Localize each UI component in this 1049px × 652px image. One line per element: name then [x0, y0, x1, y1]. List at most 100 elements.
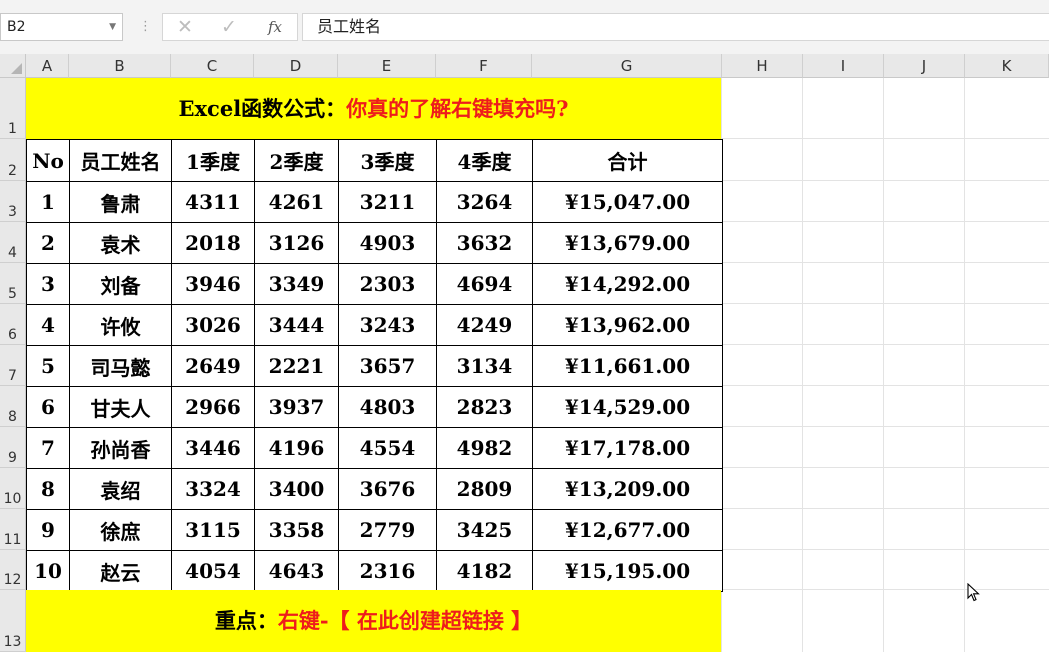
- row-header-8[interactable]: 8: [0, 386, 26, 427]
- column-header-k[interactable]: K: [965, 54, 1049, 78]
- cell-q3[interactable]: 4903: [338, 222, 437, 264]
- column-header-e[interactable]: E: [338, 54, 436, 78]
- column-header-i[interactable]: I: [803, 54, 884, 78]
- drag-handle-icon[interactable]: ⋮: [139, 14, 152, 40]
- cell-no[interactable]: 4: [26, 304, 70, 346]
- header-q4[interactable]: 4季度: [436, 139, 533, 182]
- cell-no[interactable]: 9: [26, 509, 70, 551]
- cell-q1[interactable]: 2018: [171, 222, 255, 264]
- cell-q1[interactable]: 4054: [171, 550, 255, 592]
- cell-q1[interactable]: 3115: [171, 509, 255, 551]
- row-header-9[interactable]: 9: [0, 427, 26, 468]
- cell-no[interactable]: 3: [26, 263, 70, 305]
- row-header-10[interactable]: 10: [0, 468, 26, 509]
- cell-name[interactable]: 司马懿: [69, 345, 172, 387]
- cell-q2[interactable]: 3358: [254, 509, 339, 551]
- cell-q4[interactable]: 2809: [436, 468, 533, 510]
- cell-q3[interactable]: 4803: [338, 386, 437, 428]
- cell-q4[interactable]: 2823: [436, 386, 533, 428]
- cell-q2[interactable]: 3937: [254, 386, 339, 428]
- cell-q2[interactable]: 2221: [254, 345, 339, 387]
- row-header-2[interactable]: 2: [0, 139, 26, 181]
- chevron-down-icon[interactable]: ▼: [109, 14, 116, 40]
- cell-q4[interactable]: 3632: [436, 222, 533, 264]
- cell-total[interactable]: ¥13,962.00: [532, 304, 723, 346]
- cell-q2[interactable]: 4261: [254, 181, 339, 223]
- formula-input[interactable]: 员工姓名: [302, 13, 1049, 41]
- cell-total[interactable]: ¥14,529.00: [532, 386, 723, 428]
- cell-total[interactable]: ¥17,178.00: [532, 427, 723, 469]
- cell-total[interactable]: ¥13,679.00: [532, 222, 723, 264]
- cell-total[interactable]: ¥13,209.00: [532, 468, 723, 510]
- cell-total[interactable]: ¥11,661.00: [532, 345, 723, 387]
- cell-q3[interactable]: 3243: [338, 304, 437, 346]
- cell-q1[interactable]: 2966: [171, 386, 255, 428]
- header-no[interactable]: No: [26, 139, 70, 182]
- insert-function-icon[interactable]: fx: [255, 14, 295, 40]
- column-header-h[interactable]: H: [722, 54, 803, 78]
- cell-q3[interactable]: 2779: [338, 509, 437, 551]
- cancel-icon[interactable]: ✕: [165, 14, 205, 40]
- cell-total[interactable]: ¥15,047.00: [532, 181, 723, 223]
- cell-q2[interactable]: 3126: [254, 222, 339, 264]
- column-header-b[interactable]: B: [69, 54, 171, 78]
- cell-q4[interactable]: 4982: [436, 427, 533, 469]
- header-q1[interactable]: 1季度: [171, 139, 255, 182]
- column-header-j[interactable]: J: [884, 54, 965, 78]
- cell-no[interactable]: 6: [26, 386, 70, 428]
- select-all-button[interactable]: [0, 54, 26, 78]
- enter-icon[interactable]: ✓: [209, 14, 249, 40]
- cell-total[interactable]: ¥15,195.00: [532, 550, 723, 592]
- cell-name[interactable]: 许攸: [69, 304, 172, 346]
- cell-q3[interactable]: 4554: [338, 427, 437, 469]
- row-header-11[interactable]: 11: [0, 509, 26, 550]
- header-q2[interactable]: 2季度: [254, 139, 339, 182]
- cell-q2[interactable]: 4643: [254, 550, 339, 592]
- cell-name[interactable]: 赵云: [69, 550, 172, 592]
- cell-q2[interactable]: 3444: [254, 304, 339, 346]
- cell-q4[interactable]: 3134: [436, 345, 533, 387]
- row-header-6[interactable]: 6: [0, 304, 26, 345]
- cell-no[interactable]: 7: [26, 427, 70, 469]
- column-header-a[interactable]: A: [26, 54, 69, 78]
- row-header-1[interactable]: 1: [0, 78, 26, 139]
- row-header-13[interactable]: 13: [0, 590, 26, 652]
- cell-no[interactable]: 2: [26, 222, 70, 264]
- cell-name[interactable]: 甘夫人: [69, 386, 172, 428]
- cell-q1[interactable]: 4311: [171, 181, 255, 223]
- header-total[interactable]: 合计: [532, 139, 723, 182]
- cell-name[interactable]: 袁术: [69, 222, 172, 264]
- row-header-3[interactable]: 3: [0, 181, 26, 222]
- cell-q3[interactable]: 2303: [338, 263, 437, 305]
- cell-no[interactable]: 1: [26, 181, 70, 223]
- cell-q2[interactable]: 3349: [254, 263, 339, 305]
- cell-q4[interactable]: 3425: [436, 509, 533, 551]
- cell-name[interactable]: 鲁肃: [69, 181, 172, 223]
- cell-name[interactable]: 刘备: [69, 263, 172, 305]
- name-box[interactable]: B2 ▼: [0, 13, 123, 41]
- cell-q4[interactable]: 4249: [436, 304, 533, 346]
- cell-total[interactable]: ¥12,677.00: [532, 509, 723, 551]
- cell-q4[interactable]: 4182: [436, 550, 533, 592]
- cell-no[interactable]: 5: [26, 345, 70, 387]
- column-header-c[interactable]: C: [171, 54, 254, 78]
- footer-cell[interactable]: 重点：右键-【 在此创建超链接 】: [26, 590, 721, 652]
- cell-total[interactable]: ¥14,292.00: [532, 263, 723, 305]
- cell-q4[interactable]: 4694: [436, 263, 533, 305]
- title-cell[interactable]: Excel函数公式：你真的了解右键填充吗?: [26, 78, 721, 139]
- cell-q1[interactable]: 3324: [171, 468, 255, 510]
- header-q3[interactable]: 3季度: [338, 139, 437, 182]
- cell-q3[interactable]: 2316: [338, 550, 437, 592]
- row-header-7[interactable]: 7: [0, 345, 26, 386]
- column-header-g[interactable]: G: [532, 54, 722, 78]
- row-header-12[interactable]: 12: [0, 550, 26, 590]
- cell-q1[interactable]: 3026: [171, 304, 255, 346]
- cell-q4[interactable]: 3264: [436, 181, 533, 223]
- header-name[interactable]: 员工姓名: [69, 139, 172, 182]
- cell-q3[interactable]: 3657: [338, 345, 437, 387]
- row-header-4[interactable]: 4: [0, 222, 26, 263]
- cell-q1[interactable]: 3946: [171, 263, 255, 305]
- cell-no[interactable]: 8: [26, 468, 70, 510]
- column-header-d[interactable]: D: [254, 54, 338, 78]
- cell-name[interactable]: 孙尚香: [69, 427, 172, 469]
